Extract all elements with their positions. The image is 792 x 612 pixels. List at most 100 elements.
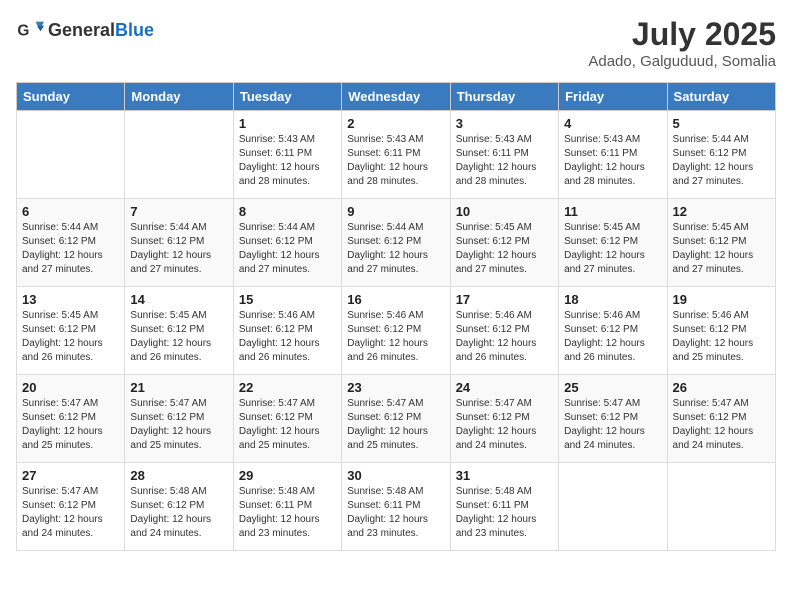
cell-info: Sunrise: 5:47 AMSunset: 6:12 PMDaylight:… [673,397,770,453]
calendar-cell: 3 Sunrise: 5:43 AMSunset: 6:11 PMDaylight… [450,111,558,199]
day-number: 5 [673,116,770,131]
day-number: 8 [239,204,336,219]
cell-info: Sunrise: 5:47 AMSunset: 6:12 PMDaylight:… [239,397,336,453]
calendar-cell: 24Sunrise: 5:47 AMSunset: 6:12 PMDayligh… [450,375,558,463]
calendar-cell: 4 Sunrise: 5:43 AMSunset: 6:11 PMDaylight… [559,111,667,199]
cell-info: Sunrise: 5:44 AMSunset: 6:12 PMDaylight:… [347,221,444,277]
day-number: 6 [22,204,119,219]
cell-info: Sunrise: 5:43 AMSunset: 6:11 PMDaylight:… [564,133,661,189]
cell-info: Sunrise: 5:46 AMSunset: 6:12 PMDaylight:… [564,309,661,365]
calendar-cell: 27Sunrise: 5:47 AMSunset: 6:12 PMDayligh… [17,463,125,551]
day-number: 22 [239,380,336,395]
cell-info: Sunrise: 5:48 AMSunset: 6:11 PMDaylight:… [456,485,553,541]
calendar-cell: 14Sunrise: 5:45 AMSunset: 6:12 PMDayligh… [125,287,233,375]
col-header-saturday: Saturday [667,83,775,111]
logo-icon: G [16,16,44,44]
col-header-sunday: Sunday [17,83,125,111]
page-header: G GeneralBlue July 2025 Adado, Galguduud… [16,16,776,70]
month-year: July 2025 [588,16,776,53]
calendar-table: SundayMondayTuesdayWednesdayThursdayFrid… [16,82,776,551]
calendar-cell: 13Sunrise: 5:45 AMSunset: 6:12 PMDayligh… [17,287,125,375]
week-row-4: 20 Sunrise: 5:47 AMSunset: 6:12 PMDayligh… [17,375,776,463]
week-row-5: 27Sunrise: 5:47 AMSunset: 6:12 PMDayligh… [17,463,776,551]
col-header-monday: Monday [125,83,233,111]
calendar-cell: 22 Sunrise: 5:47 AMSunset: 6:12 PMDayligh… [233,375,341,463]
calendar-cell: 18 Sunrise: 5:46 AMSunset: 6:12 PMDayligh… [559,287,667,375]
col-header-friday: Friday [559,83,667,111]
calendar-cell [667,463,775,551]
day-number: 19 [673,292,770,307]
day-number: 20 [22,380,119,395]
calendar-cell: 25 Sunrise: 5:47 AMSunset: 6:12 PMDayligh… [559,375,667,463]
week-row-1: 1Sunrise: 5:43 AMSunset: 6:11 PMDaylight… [17,111,776,199]
calendar-cell: 6 Sunrise: 5:44 AMSunset: 6:12 PMDaylight… [17,199,125,287]
calendar-cell: 17Sunrise: 5:46 AMSunset: 6:12 PMDayligh… [450,287,558,375]
day-number: 26 [673,380,770,395]
calendar-cell [17,111,125,199]
day-number: 23 [347,380,444,395]
cell-info: Sunrise: 5:45 AMSunset: 6:12 PMDaylight:… [564,221,661,277]
calendar-cell: 9Sunrise: 5:44 AMSunset: 6:12 PMDaylight… [342,199,450,287]
logo-text-general: General [48,20,115,40]
day-number: 16 [347,292,444,307]
day-number: 2 [347,116,444,131]
calendar-cell: 16 Sunrise: 5:46 AMSunset: 6:12 PMDayligh… [342,287,450,375]
calendar-cell: 8 Sunrise: 5:44 AMSunset: 6:12 PMDaylight… [233,199,341,287]
day-number: 14 [130,292,227,307]
calendar-cell: 15Sunrise: 5:46 AMSunset: 6:12 PMDayligh… [233,287,341,375]
calendar-cell: 10 Sunrise: 5:45 AMSunset: 6:12 PMDayligh… [450,199,558,287]
calendar-cell: 19 Sunrise: 5:46 AMSunset: 6:12 PMDayligh… [667,287,775,375]
day-number: 11 [564,204,661,219]
cell-info: Sunrise: 5:48 AMSunset: 6:12 PMDaylight:… [130,485,227,541]
calendar-cell [125,111,233,199]
cell-info: Sunrise: 5:43 AMSunset: 6:11 PMDaylight:… [347,133,444,189]
day-number: 7 [130,204,227,219]
cell-info: Sunrise: 5:47 AMSunset: 6:12 PMDaylight:… [564,397,661,453]
cell-info: Sunrise: 5:43 AMSunset: 6:11 PMDaylight:… [456,133,553,189]
cell-info: Sunrise: 5:44 AMSunset: 6:12 PMDaylight:… [22,221,119,277]
svg-text:G: G [17,23,29,40]
day-number: 3 [456,116,553,131]
cell-info: Sunrise: 5:46 AMSunset: 6:12 PMDaylight:… [673,309,770,365]
day-number: 25 [564,380,661,395]
calendar-cell: 11 Sunrise: 5:45 AMSunset: 6:12 PMDayligh… [559,199,667,287]
title-block: July 2025 Adado, Galguduud, Somalia [588,16,776,70]
calendar-cell: 23 Sunrise: 5:47 AMSunset: 6:12 PMDayligh… [342,375,450,463]
logo: G GeneralBlue [16,16,154,44]
cell-info: Sunrise: 5:45 AMSunset: 6:12 PMDaylight:… [456,221,553,277]
cell-info: Sunrise: 5:44 AMSunset: 6:12 PMDaylight:… [239,221,336,277]
day-number: 17 [456,292,553,307]
calendar-cell [559,463,667,551]
day-number: 21 [130,380,227,395]
col-header-wednesday: Wednesday [342,83,450,111]
cell-info: Sunrise: 5:44 AMSunset: 6:12 PMDaylight:… [673,133,770,189]
calendar-cell: 12Sunrise: 5:45 AMSunset: 6:12 PMDayligh… [667,199,775,287]
cell-info: Sunrise: 5:43 AMSunset: 6:11 PMDaylight:… [239,133,336,189]
day-number: 10 [456,204,553,219]
col-header-thursday: Thursday [450,83,558,111]
day-number: 28 [130,468,227,483]
cell-info: Sunrise: 5:44 AMSunset: 6:12 PMDaylight:… [130,221,227,277]
week-row-2: 6 Sunrise: 5:44 AMSunset: 6:12 PMDaylight… [17,199,776,287]
day-number: 13 [22,292,119,307]
day-number: 4 [564,116,661,131]
cell-info: Sunrise: 5:47 AMSunset: 6:12 PMDaylight:… [347,397,444,453]
location: Adado, Galguduud, Somalia [588,53,776,70]
day-number: 31 [456,468,553,483]
calendar-cell: 28 Sunrise: 5:48 AMSunset: 6:12 PMDayligh… [125,463,233,551]
cell-info: Sunrise: 5:46 AMSunset: 6:12 PMDaylight:… [347,309,444,365]
cell-info: Sunrise: 5:47 AMSunset: 6:12 PMDaylight:… [130,397,227,453]
calendar-cell: 30Sunrise: 5:48 AMSunset: 6:11 PMDayligh… [342,463,450,551]
header-row: SundayMondayTuesdayWednesdayThursdayFrid… [17,83,776,111]
calendar-cell: 1Sunrise: 5:43 AMSunset: 6:11 PMDaylight… [233,111,341,199]
week-row-3: 13Sunrise: 5:45 AMSunset: 6:12 PMDayligh… [17,287,776,375]
day-number: 30 [347,468,444,483]
cell-info: Sunrise: 5:46 AMSunset: 6:12 PMDaylight:… [239,309,336,365]
day-number: 18 [564,292,661,307]
calendar-cell: 20Sunrise: 5:47 AMSunset: 6:12 PMDayligh… [17,375,125,463]
calendar-cell: 2 Sunrise: 5:43 AMSunset: 6:11 PMDaylight… [342,111,450,199]
day-number: 27 [22,468,119,483]
calendar-cell: 26 Sunrise: 5:47 AMSunset: 6:12 PMDayligh… [667,375,775,463]
calendar-cell: 5 Sunrise: 5:44 AMSunset: 6:12 PMDaylight… [667,111,775,199]
calendar-cell: 31 Sunrise: 5:48 AMSunset: 6:11 PMDayligh… [450,463,558,551]
